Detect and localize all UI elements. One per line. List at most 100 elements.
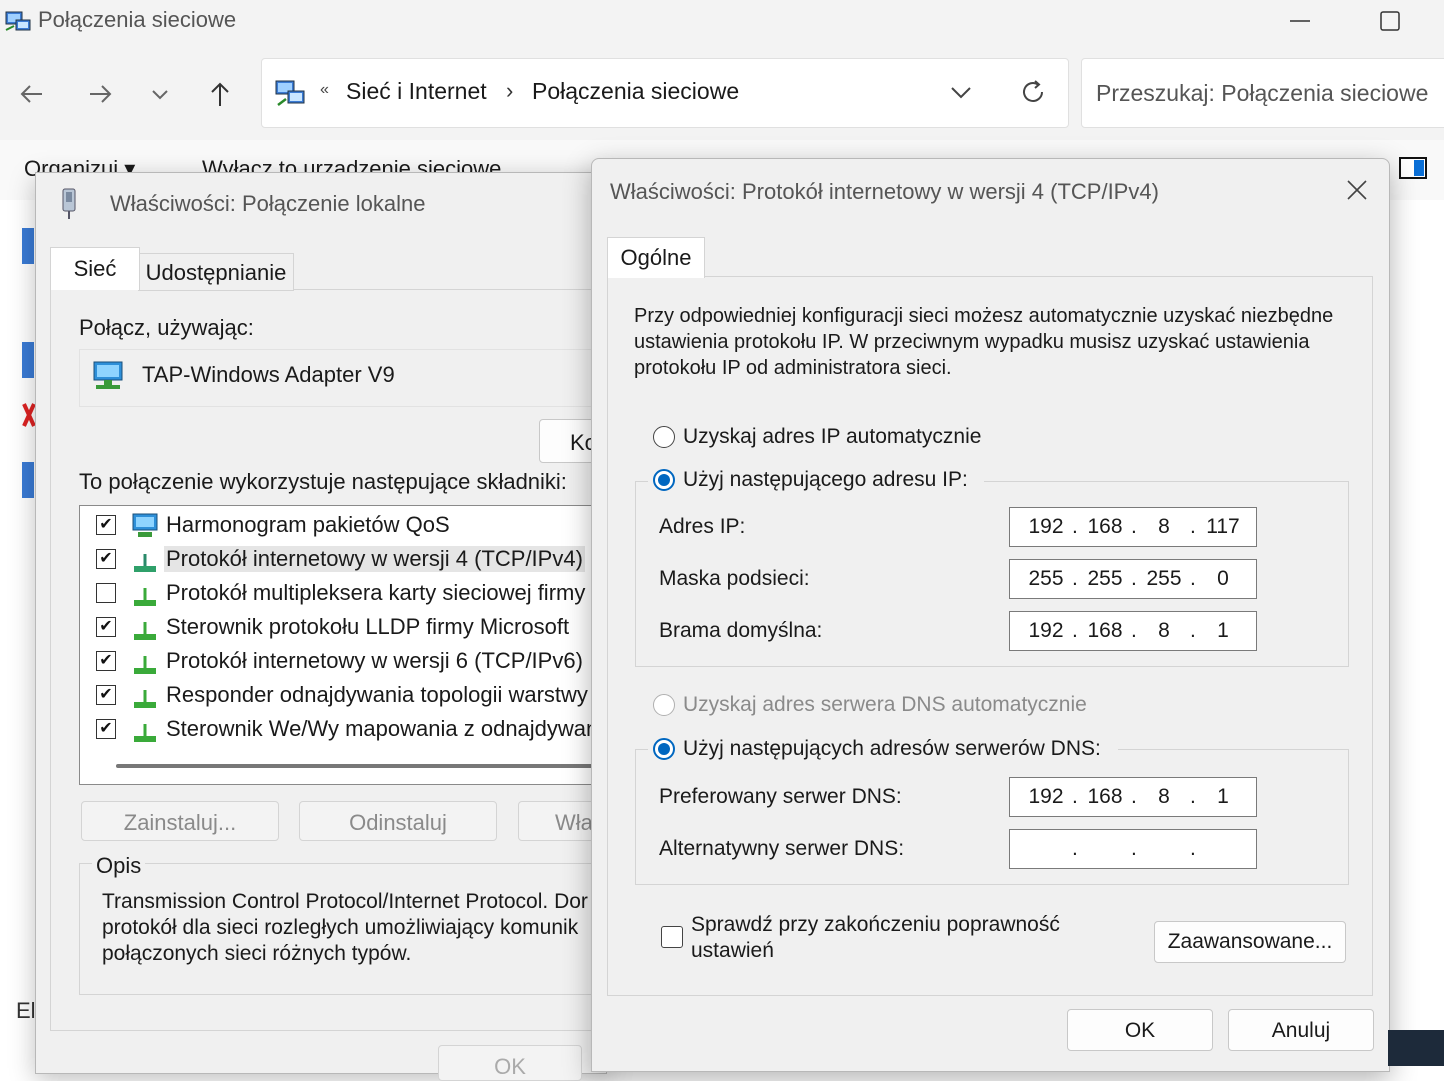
breadcrumb-network-internet[interactable]: Sieć i Internet [346, 78, 487, 105]
description-text: Transmission Control Protocol/Internet P… [102, 890, 588, 965]
navigation-bar: « Sieć i Internet › Połączenia sieciowe [0, 44, 1444, 140]
component-checkbox[interactable]: ✔ [96, 719, 116, 739]
adapter-box: TAP-Windows Adapter V9 [79, 349, 621, 407]
install-button[interactable]: Zainstaluj... [81, 801, 279, 841]
breadcrumb-network-connections[interactable]: Połączenia sieciowe [532, 78, 739, 105]
close-icon[interactable] [1342, 175, 1372, 205]
component-label: Protokół internetowy w wersji 6 (TCP/IPv… [166, 648, 583, 673]
ip-address-label: Adres IP: [659, 515, 746, 538]
dns-manual-label[interactable]: Użyj następujących adresów serwerów DNS: [683, 737, 1101, 761]
protocol-icon [134, 656, 156, 674]
components-label: To połączenie wykorzystuje następujące s… [79, 469, 567, 494]
intro-text: Przy odpowiedniej konfiguracji sieci moż… [634, 305, 1334, 379]
dns-auto-radio[interactable] [653, 694, 675, 716]
component-checkbox[interactable]: ✔ [96, 685, 116, 705]
details-pane-icon[interactable] [1398, 156, 1428, 180]
preferred-dns-field[interactable]: 192. 168. 8. 1 [1009, 777, 1257, 817]
search-box[interactable] [1081, 58, 1444, 128]
default-gateway-label: Brama domyślna: [659, 619, 823, 642]
breadcrumb-overflow[interactable]: « [320, 81, 329, 99]
dialog-title-bar: Właściwości: Połączenie lokalne [56, 187, 596, 227]
component-checkbox[interactable]: ✔ [96, 515, 116, 535]
horizontal-scrollbar[interactable] [116, 764, 636, 768]
disconnected-x-icon [22, 403, 36, 427]
components-list[interactable]: ✔ Harmonogram pakietów QoS ✔ Protokół in… [79, 505, 641, 785]
maximize-icon[interactable] [1370, 4, 1410, 36]
minimize-icon[interactable] [1280, 4, 1320, 36]
list-item[interactable]: ✔ Responder odnajdywania topologii warst… [80, 678, 640, 712]
component-checkbox[interactable]: ✔ [96, 651, 116, 671]
component-label: Harmonogram pakietów QoS [166, 512, 450, 537]
protocol-icon [134, 690, 156, 708]
component-label: Responder odnajdywania topologii warstwy… [166, 682, 612, 707]
advanced-button[interactable]: Zaawansowane... [1154, 921, 1346, 963]
component-checkbox[interactable]: ✔ [96, 617, 116, 637]
ok-button[interactable]: OK [1067, 1009, 1213, 1051]
window-title: Połączenia sieciowe [38, 7, 237, 32]
search-input[interactable] [1094, 75, 1444, 111]
protocol-icon [134, 588, 156, 606]
back-icon[interactable] [12, 74, 52, 114]
recent-locations-chevron-icon[interactable] [140, 74, 180, 114]
ip-manual-label[interactable]: Użyj następującego adresu IP: [683, 468, 968, 492]
address-dropdown-icon[interactable] [948, 81, 974, 103]
list-item[interactable]: ✔ Sterownik We/Wy mapowania z odnajdywan… [80, 712, 640, 746]
ok-button[interactable]: OK [438, 1045, 582, 1081]
ip-auto-label[interactable]: Uzyskaj adres IP automatycznie [683, 425, 981, 449]
alternate-dns-field[interactable]: . . . [1009, 829, 1257, 869]
alternate-dns-label: Alternatywny serwer DNS: [659, 837, 905, 860]
refresh-icon[interactable] [1018, 77, 1048, 107]
local-connection-properties-dialog: Właściwości: Połączenie lokalne Sieć Udo… [35, 172, 652, 1081]
uninstall-button[interactable]: Odinstaluj [299, 801, 497, 841]
list-item[interactable]: Protokół multipleksera karty sieciowej f… [80, 576, 640, 610]
network-connections-icon [5, 11, 31, 31]
list-item[interactable]: ✔ Harmonogram pakietów QoS [80, 508, 640, 542]
up-icon[interactable] [200, 74, 240, 114]
validate-settings-checkbox[interactable] [661, 926, 683, 948]
ip-manual-radio[interactable] [653, 469, 675, 491]
component-checkbox[interactable] [96, 583, 116, 603]
description-legend: Opis [92, 853, 146, 879]
component-checkbox[interactable]: ✔ [96, 549, 116, 569]
network-adapter-icon [93, 361, 123, 389]
subnet-mask-label: Maska podsieci: [659, 567, 810, 590]
dialog-title: Właściwości: Protokół internetowy w wers… [610, 179, 1159, 204]
adapter-name: TAP-Windows Adapter V9 [142, 362, 395, 387]
component-label: Sterownik We/Wy mapowania z odnajdywani [166, 716, 604, 741]
tab-sharing[interactable]: Udostępnianie [138, 253, 294, 291]
tab-general[interactable]: Ogólne [607, 237, 705, 278]
connection-icon[interactable] [22, 226, 36, 266]
preferred-dns-label: Preferowany serwer DNS: [659, 785, 902, 808]
explorer-title-bar: Połączenia sieciowe [0, 0, 1444, 44]
connection-icon[interactable] [22, 460, 36, 500]
network-folder-icon [275, 80, 305, 106]
ip-address-field[interactable]: 192. 168. 8. 117 [1009, 507, 1257, 547]
default-gateway-field[interactable]: 192. 168. 8. 1 [1009, 611, 1257, 651]
ipv4-properties-dialog: Właściwości: Protokół internetowy w wers… [591, 158, 1390, 1072]
protocol-icon [134, 554, 156, 572]
status-text: El [16, 998, 36, 1023]
dialog-title: Właściwości: Połączenie lokalne [110, 191, 426, 216]
component-label: Sterownik protokołu LLDP firmy Microsoft [166, 614, 570, 639]
address-bar[interactable]: « Sieć i Internet › Połączenia sieciowe [261, 58, 1069, 128]
list-item[interactable]: ✔ Protokół internetowy w wersji 4 (TCP/I… [80, 542, 640, 576]
protocol-icon [134, 622, 156, 640]
protocol-icon [134, 724, 156, 742]
network-adapter-icon [62, 188, 76, 219]
breadcrumb-separator-icon: › [506, 78, 514, 103]
subnet-mask-field[interactable]: 255. 255. 255. 0 [1009, 559, 1257, 599]
connect-using-label: Połącz, używając: [79, 315, 254, 340]
forward-icon[interactable] [80, 74, 120, 114]
ip-auto-radio[interactable] [653, 426, 675, 448]
list-item[interactable]: ✔ Protokół internetowy w wersji 6 (TCP/I… [80, 644, 640, 678]
qos-scheduler-icon [132, 513, 158, 537]
dns-auto-label[interactable]: Uzyskaj adres serwera DNS automatycznie [683, 693, 1087, 717]
connection-icon[interactable] [22, 340, 36, 380]
dns-manual-radio[interactable] [653, 738, 675, 760]
validate-settings-label[interactable]: Sprawdź przy zakończeniu poprawność usta… [691, 912, 1091, 964]
tab-network[interactable]: Sieć [50, 247, 140, 290]
taskbar-corner [1388, 1030, 1444, 1066]
list-item[interactable]: ✔ Sterownik protokołu LLDP firmy Microso… [80, 610, 640, 644]
component-label: Protokół internetowy w wersji 4 (TCP/IPv… [164, 546, 585, 572]
cancel-button[interactable]: Anuluj [1228, 1009, 1374, 1051]
